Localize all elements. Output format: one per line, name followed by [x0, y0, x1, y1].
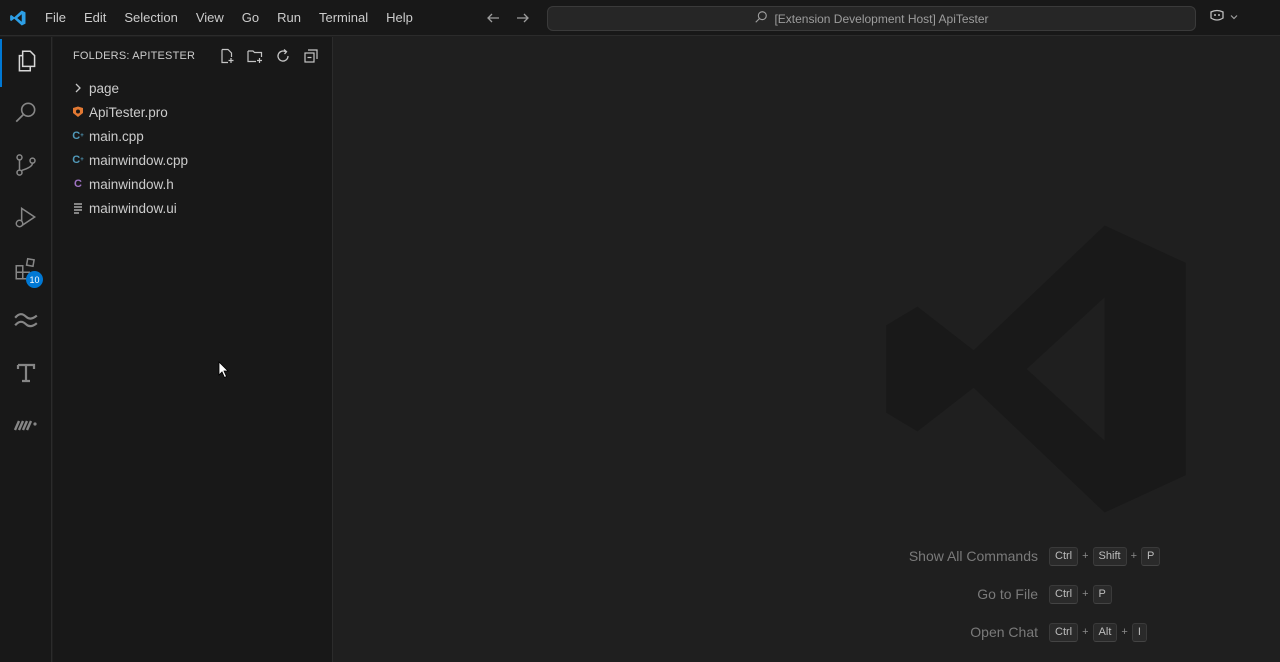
text-file-icon — [71, 200, 85, 216]
vscode-watermark-logo — [880, 213, 1192, 525]
key-cap: Ctrl — [1049, 546, 1079, 566]
files-icon — [14, 48, 40, 78]
key-cap: Ctrl — [1049, 584, 1079, 604]
search-icon — [13, 100, 39, 130]
back-arrow-icon[interactable] — [484, 9, 502, 27]
shortcut-row: Open Chat Ctrl + Alt + I — [334, 622, 1280, 642]
tree-item-label: page — [89, 80, 120, 96]
run-debug-button[interactable] — [0, 195, 52, 243]
key-cap: Shift — [1092, 546, 1127, 566]
stripes-logo-icon — [13, 418, 39, 436]
tree-item-file[interactable]: C + main.cpp — [53, 124, 333, 148]
tree-item-label: mainwindow.cpp — [89, 152, 189, 168]
title-bar: File Edit Selection View Go Run Terminal… — [0, 0, 1280, 36]
copilot-icon — [1208, 8, 1226, 28]
command-center[interactable]: [Extension Development Host] ApiTester — [547, 6, 1196, 31]
key-cap: P — [1092, 584, 1112, 604]
chevron-right-icon — [71, 80, 85, 96]
tree-item-file[interactable]: C mainwindow.h — [53, 172, 333, 196]
mouse-pointer-icon — [218, 361, 230, 383]
folders-header: FOLDERS: APITESTER — [73, 50, 196, 62]
chevron-down-icon — [1229, 11, 1239, 26]
menu-view[interactable]: View — [187, 0, 233, 36]
tree-item-label: ApiTester.pro — [89, 104, 168, 120]
tree-item-file[interactable]: mainwindow.ui — [53, 196, 333, 220]
menu-run[interactable]: Run — [268, 0, 310, 36]
source-control-button[interactable] — [0, 143, 52, 191]
shortcut-row: Show All Commands Ctrl + Shift + P — [334, 546, 1280, 566]
vscode-logo-icon — [0, 0, 36, 36]
collapse-all-icon[interactable] — [302, 47, 320, 65]
file-tree: page ApiTester.pro C + main.cpp C + mainwi… — [53, 76, 333, 220]
menu-go[interactable]: Go — [233, 0, 268, 36]
tree-item-label: mainwindow.h — [89, 176, 174, 192]
shortcut-label: Open Chat — [970, 624, 1038, 640]
tree-item-label: main.cpp — [89, 128, 144, 144]
explorer-button[interactable] — [0, 39, 52, 87]
extensions-badge: 10 — [26, 271, 43, 288]
text-tool-button[interactable] — [0, 351, 52, 399]
activity-bar: 10 — [0, 37, 52, 662]
qt-pro-file-icon — [71, 104, 85, 120]
tree-item-file[interactable]: ApiTester.pro — [53, 100, 333, 124]
key-cap: Alt — [1092, 622, 1118, 642]
tree-item-label: mainwindow.ui — [89, 200, 177, 216]
letter-t-icon — [14, 361, 38, 389]
copilot-menu[interactable] — [1208, 8, 1239, 28]
cpp-file-icon: C + — [72, 130, 84, 142]
cpp-file-icon: C + — [72, 154, 84, 166]
tailwind-button[interactable] — [0, 299, 52, 347]
menu-edit[interactable]: Edit — [75, 0, 115, 36]
shortcut-label: Show All Commands — [908, 548, 1038, 564]
refresh-icon[interactable] — [274, 47, 292, 65]
extension-button[interactable] — [0, 403, 52, 451]
tailwind-icon — [13, 308, 39, 338]
shortcut-row: Go to File Ctrl + P — [334, 584, 1280, 604]
source-control-icon — [13, 152, 39, 182]
menu-help[interactable]: Help — [377, 0, 422, 36]
command-center-label: [Extension Development Host] ApiTester — [774, 11, 989, 26]
menu-bar: File Edit Selection View Go Run Terminal… — [36, 0, 422, 36]
forward-arrow-icon[interactable] — [514, 9, 532, 27]
new-folder-icon[interactable] — [246, 47, 264, 65]
menu-file[interactable]: File — [36, 0, 75, 36]
key-cap: Ctrl — [1049, 622, 1079, 642]
new-file-icon[interactable] — [218, 47, 236, 65]
header-file-icon: C — [74, 178, 82, 190]
key-cap: P — [1141, 546, 1161, 566]
editor-empty-area: Show All Commands Ctrl + Shift + P Go to… — [334, 37, 1280, 662]
search-icon — [754, 10, 768, 28]
key-cap: I — [1131, 622, 1147, 642]
menu-terminal[interactable]: Terminal — [310, 0, 377, 36]
search-button[interactable] — [0, 91, 52, 139]
menu-selection[interactable]: Selection — [115, 0, 186, 36]
tree-item-folder[interactable]: page — [53, 76, 333, 100]
run-debug-icon — [13, 204, 39, 234]
shortcut-label: Go to File — [977, 586, 1038, 602]
extensions-button[interactable] — [0, 247, 52, 295]
explorer-sidebar: FOLDERS: APITESTER page ApiTester.pro C … — [53, 37, 333, 662]
tree-item-file[interactable]: C + mainwindow.cpp — [53, 148, 333, 172]
